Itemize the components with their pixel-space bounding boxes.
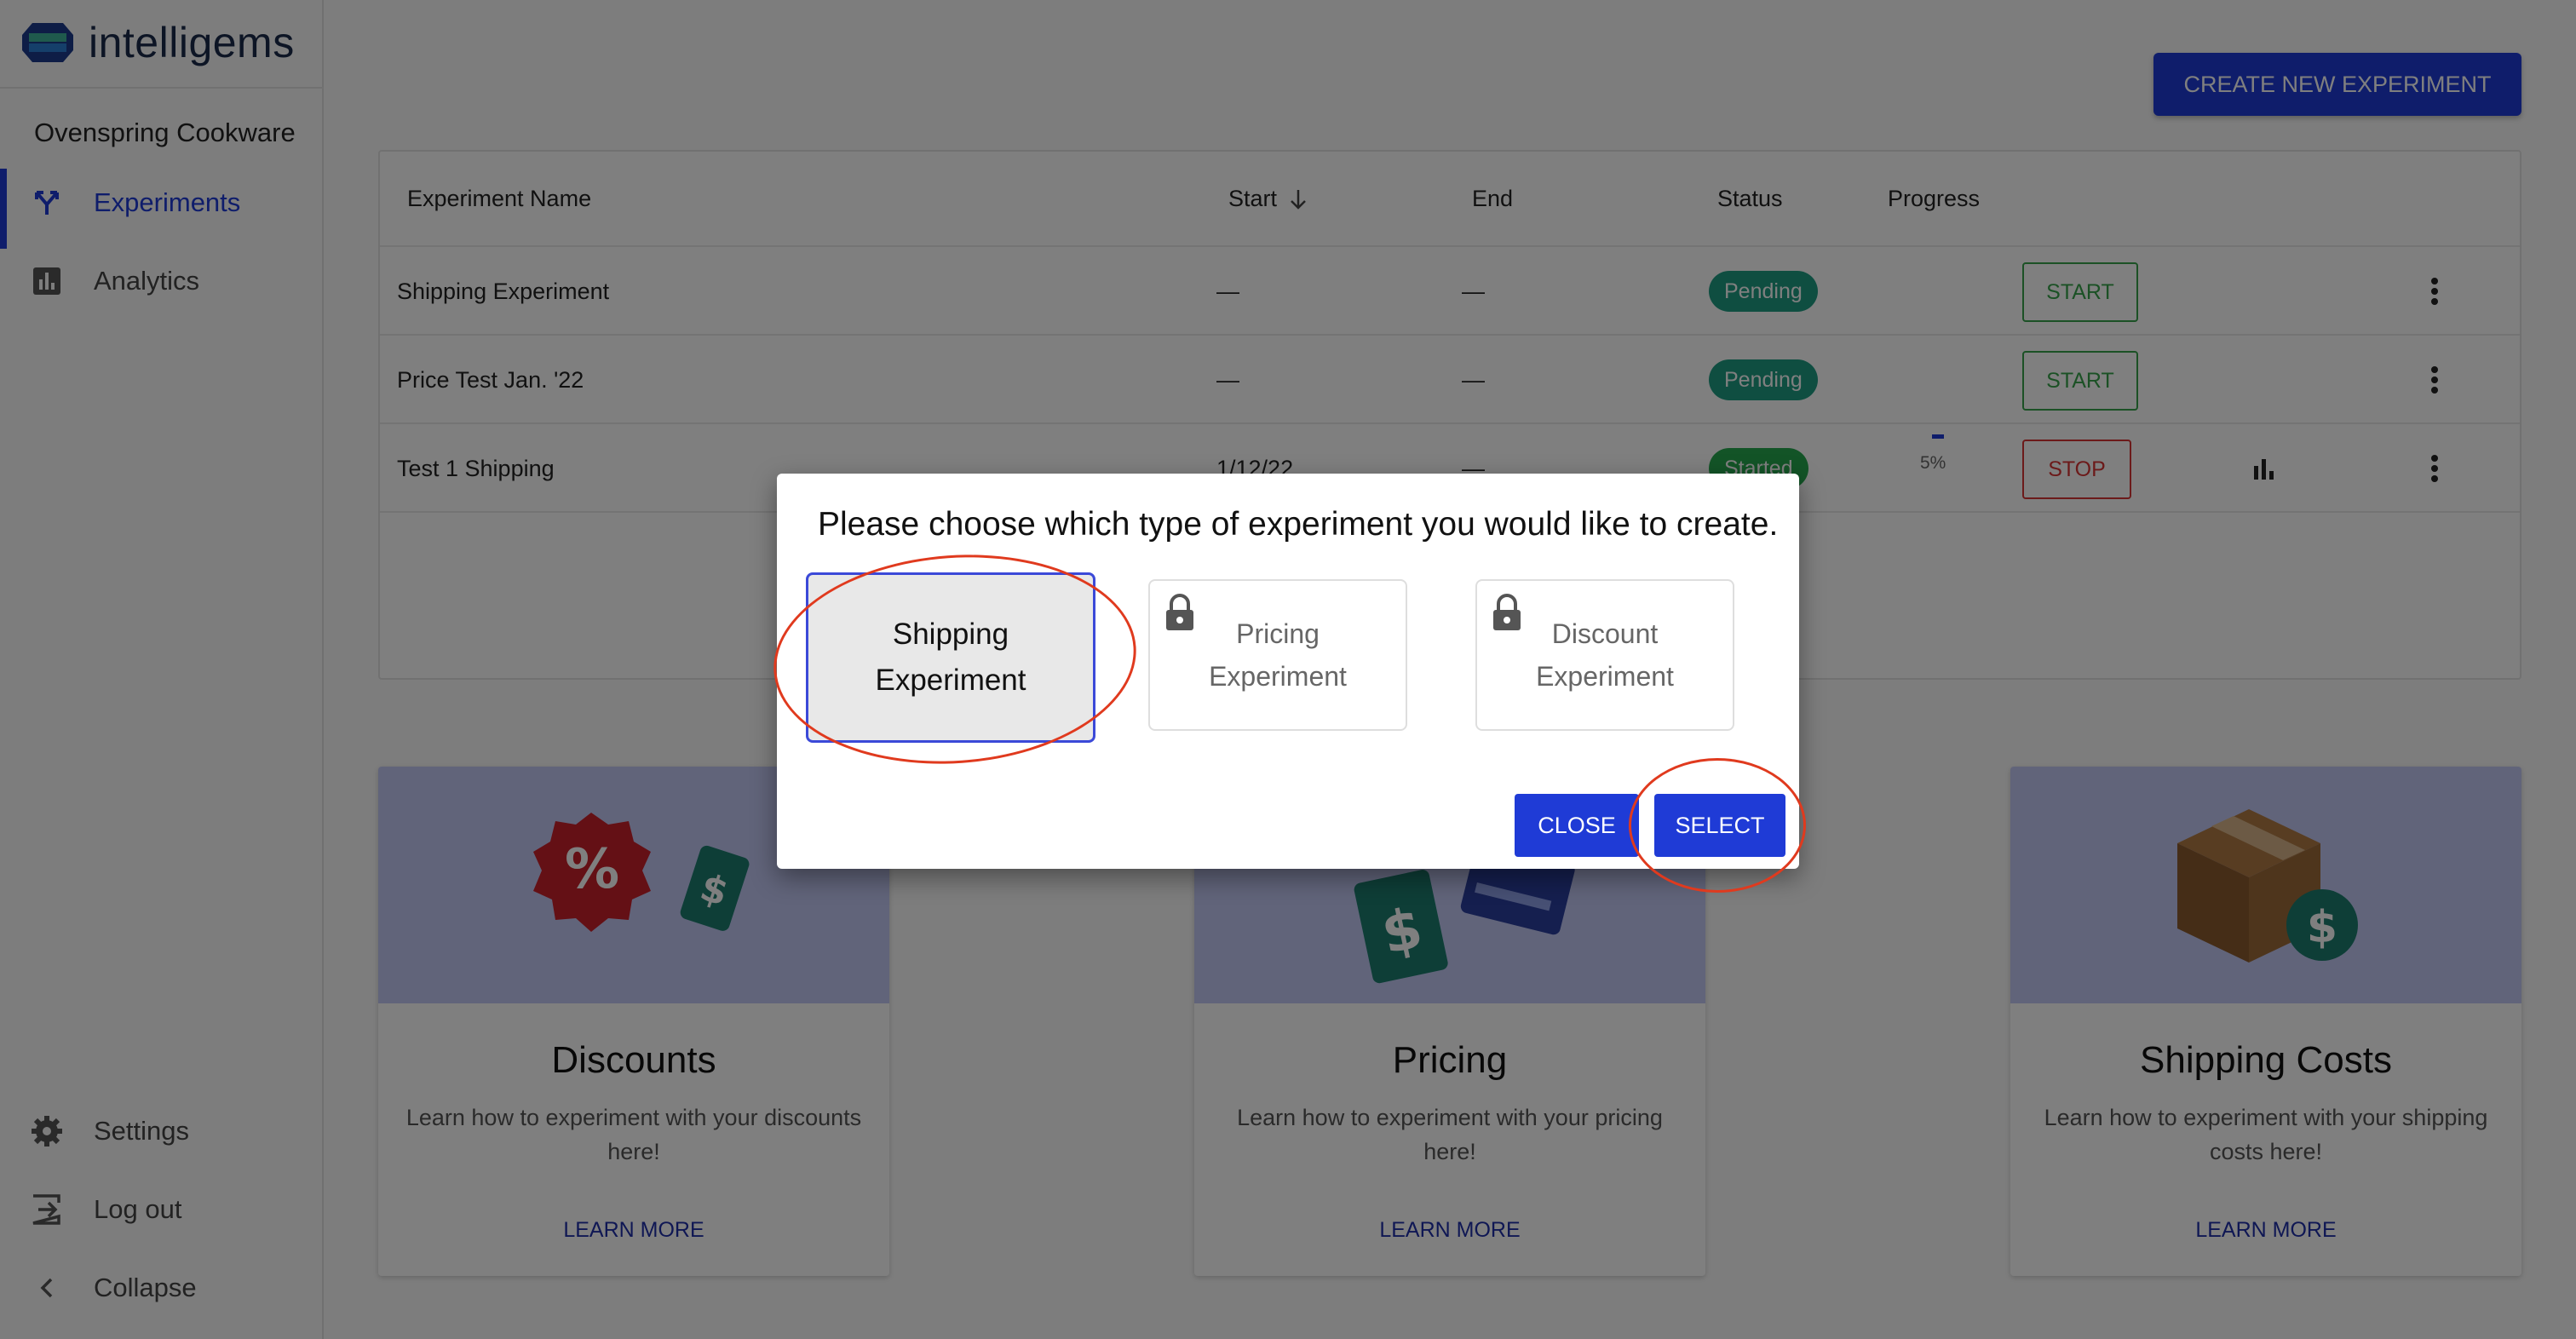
annotation-ellipse-select [1629,758,1806,893]
dialog-title: Please choose which type of experiment y… [818,506,1779,543]
option-label: Discount Experiment [1536,618,1674,692]
option-label: Pricing Experiment [1209,618,1347,692]
option-discount-experiment[interactable]: Discount Experiment [1475,579,1734,731]
close-button[interactable]: CLOSE [1515,794,1639,857]
option-pricing-experiment[interactable]: Pricing Experiment [1148,579,1407,731]
